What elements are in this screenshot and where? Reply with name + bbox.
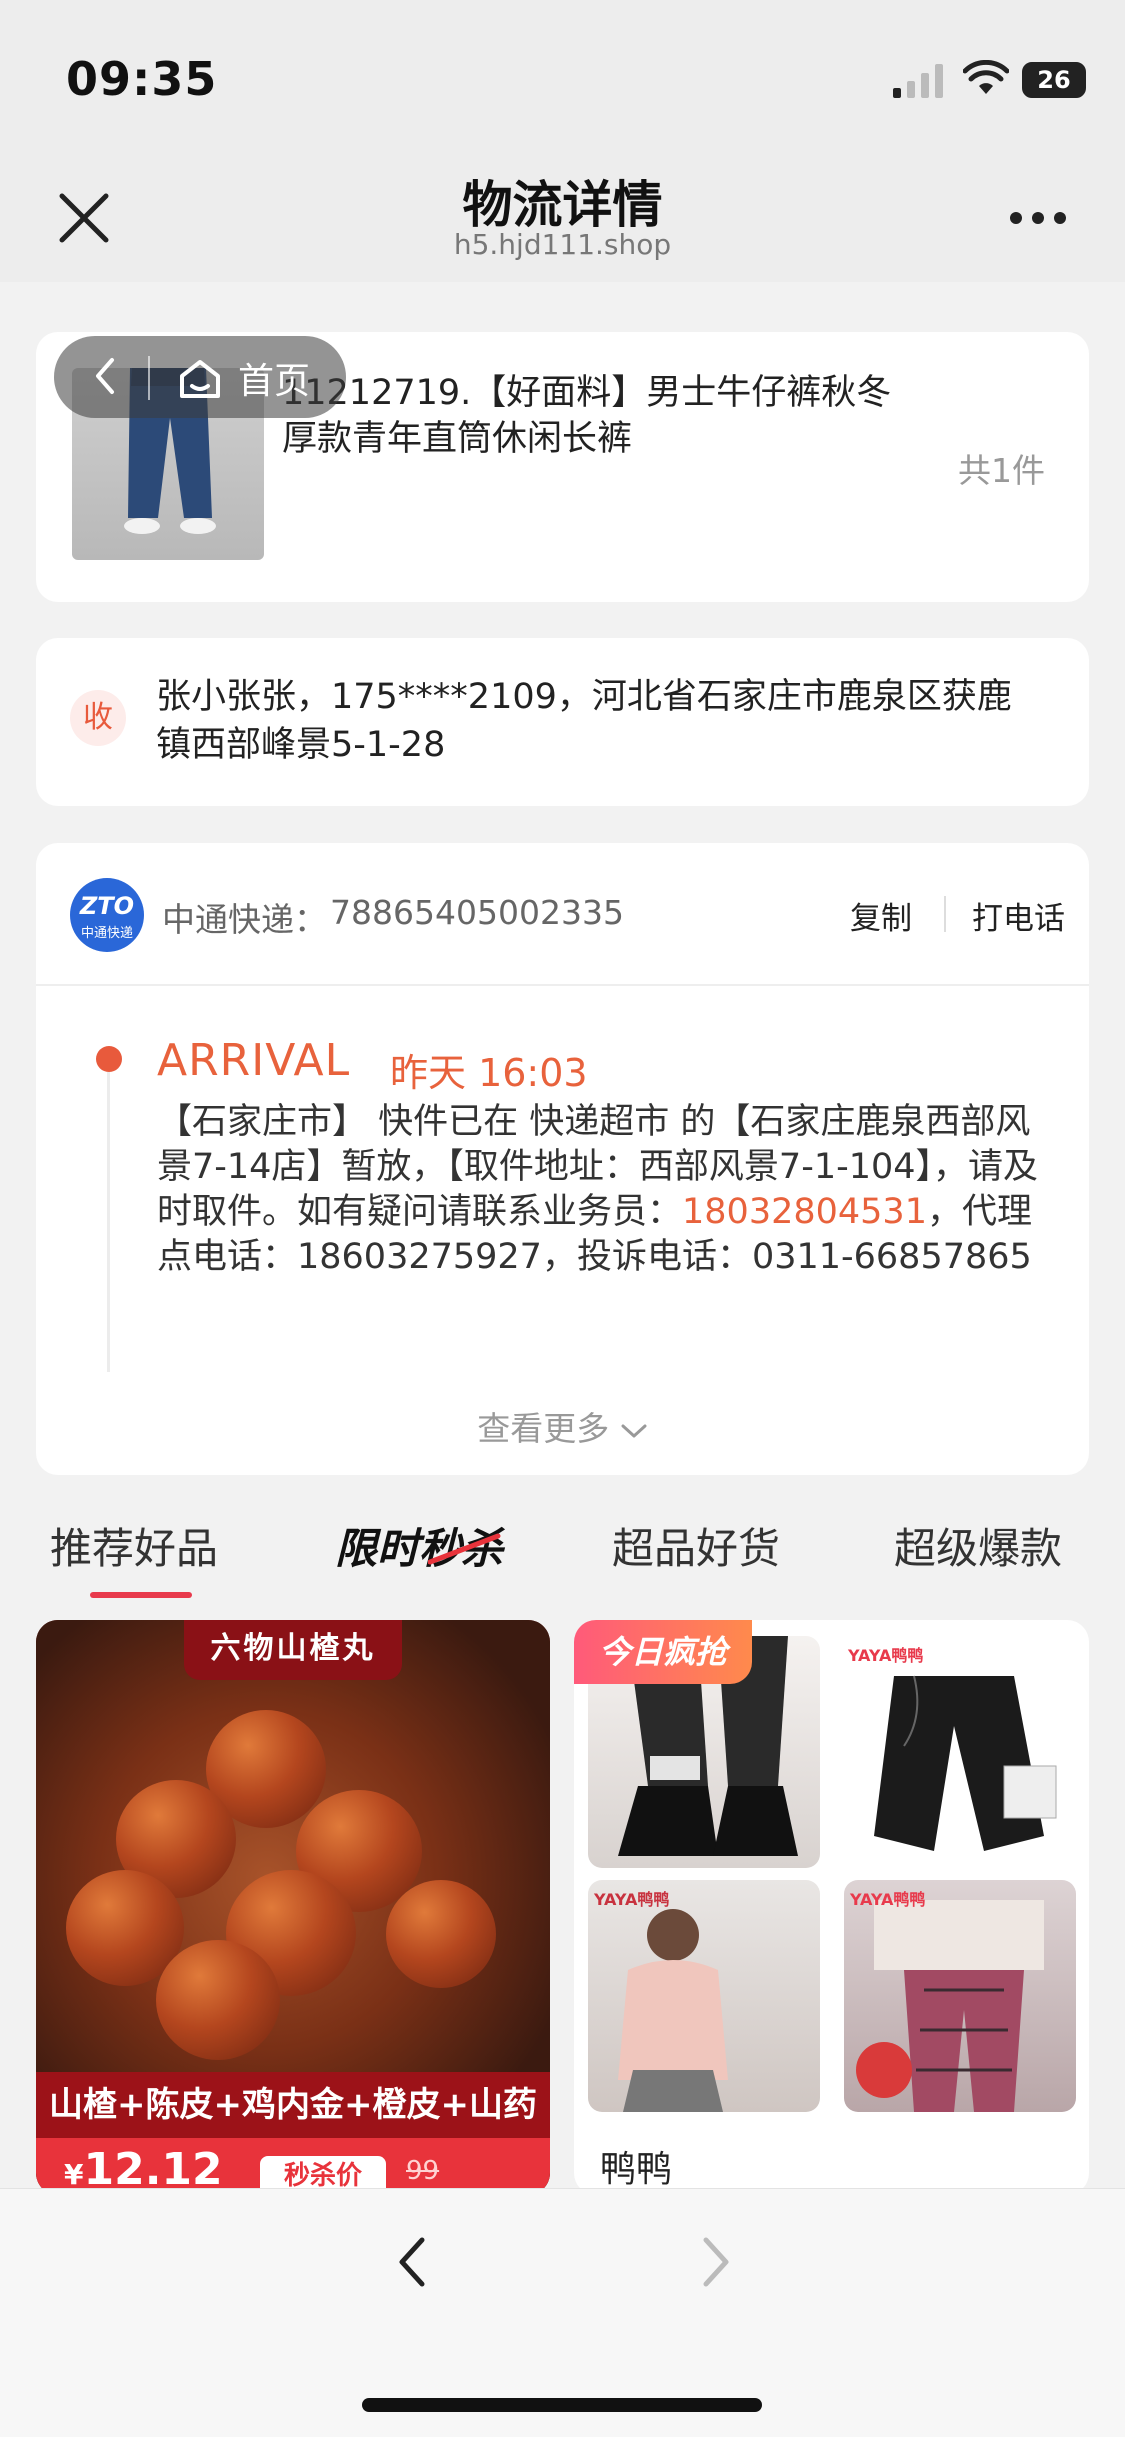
tracking-time: 昨天 16:03	[390, 1051, 588, 1095]
back-arrow-icon[interactable]	[86, 356, 126, 396]
active-tab-indicator	[90, 1592, 192, 1598]
promo-product-card[interactable]: 六物山楂丸 山楂+陈皮+鸡内金+橙皮+山药+茯苓 ¥12.12 秒杀价 99	[36, 1620, 550, 2195]
browser-back-icon[interactable]	[392, 2232, 432, 2292]
more-options-icon[interactable]	[1010, 202, 1070, 232]
brand-logo: YAYA鸭鸭	[594, 1890, 670, 1909]
tracking-number: 78865405002335	[330, 893, 624, 932]
flash-sale-slash-icon	[428, 1533, 501, 1565]
today-hot-badge: 今日疯抢	[574, 1620, 752, 1684]
page-title: 物流详情	[462, 176, 663, 234]
floating-nav-divider	[148, 356, 150, 400]
product-title: 11212719.【好面料】男士牛仔裤秋冬厚款青年直筒休闲长裤	[282, 373, 892, 459]
battery-indicator: 26	[1022, 62, 1086, 98]
tab-recommend[interactable]: 推荐好品	[50, 1515, 218, 1576]
currency-symbol: ¥	[64, 2158, 84, 2191]
product-thumb-pants[interactable]: YAYA鸭鸭	[844, 1636, 1076, 1868]
courier-phone-link[interactable]: 18032804531	[682, 1192, 927, 1232]
brand-logo: YAYA鸭鸭	[850, 1890, 926, 1909]
home-indicator	[362, 2398, 762, 2412]
view-more-label: 查看更多	[477, 1409, 610, 1448]
product-thumb-jacket[interactable]: YAYA鸭鸭	[588, 1880, 820, 2112]
original-price: 99	[406, 2156, 440, 2186]
browser-forward-icon[interactable]	[696, 2232, 736, 2292]
zto-logo-text: ZTO	[79, 892, 135, 920]
chevron-down-icon	[621, 1424, 647, 1437]
timeline-dot	[96, 1046, 122, 1072]
promo-ingredients: 山楂+陈皮+鸡内金+橙皮+山药+茯苓	[36, 2072, 550, 2191]
tab-super-goods[interactable]: 超品好货	[612, 1515, 780, 1576]
grid-product-name: 鸭鸭	[600, 2149, 673, 2190]
home-icon[interactable]	[176, 354, 224, 402]
receiver-badge: 收	[70, 690, 126, 746]
zto-logo: ZTO 中通快递	[70, 878, 144, 952]
wifi-icon	[963, 60, 1009, 94]
promo-banner: 六物山楂丸	[184, 1620, 402, 1680]
status-time: 09:35	[66, 52, 218, 106]
carrier-label: 中通快递：	[162, 900, 327, 939]
brand-logo: YAYA鸭鸭	[848, 1646, 924, 1665]
product-thumb-plaid-pants[interactable]: YAYA鸭鸭	[844, 1880, 1076, 2112]
tracking-detail: 【石家庄市】 快件已在 快递超市 的【石家庄鹿泉西部风景7-14店】暂放，【取件…	[157, 1100, 1047, 1280]
product-count: 共1件	[958, 451, 1045, 490]
view-more-button[interactable]: 查看更多	[0, 1402, 1125, 1450]
page-domain: h5.hjd111.shop	[453, 228, 672, 261]
tracking-status: ARRIVAL	[157, 1035, 351, 1086]
logistics-divider	[36, 984, 1089, 986]
action-divider	[944, 896, 946, 932]
timeline-line	[107, 1072, 110, 1372]
receiver-address: 张小张张，175****2109，河北省石家庄市鹿泉区获鹿镇西部峰景5-1-28	[156, 677, 1012, 765]
tab-hot-items[interactable]: 超级爆款	[894, 1515, 1062, 1576]
zto-logo-sub: 中通快递	[80, 926, 133, 941]
home-link[interactable]: 首页	[238, 352, 310, 404]
call-button[interactable]: 打电话	[972, 893, 1065, 938]
signal-icon	[893, 64, 943, 98]
copy-button[interactable]: 复制	[850, 893, 912, 938]
